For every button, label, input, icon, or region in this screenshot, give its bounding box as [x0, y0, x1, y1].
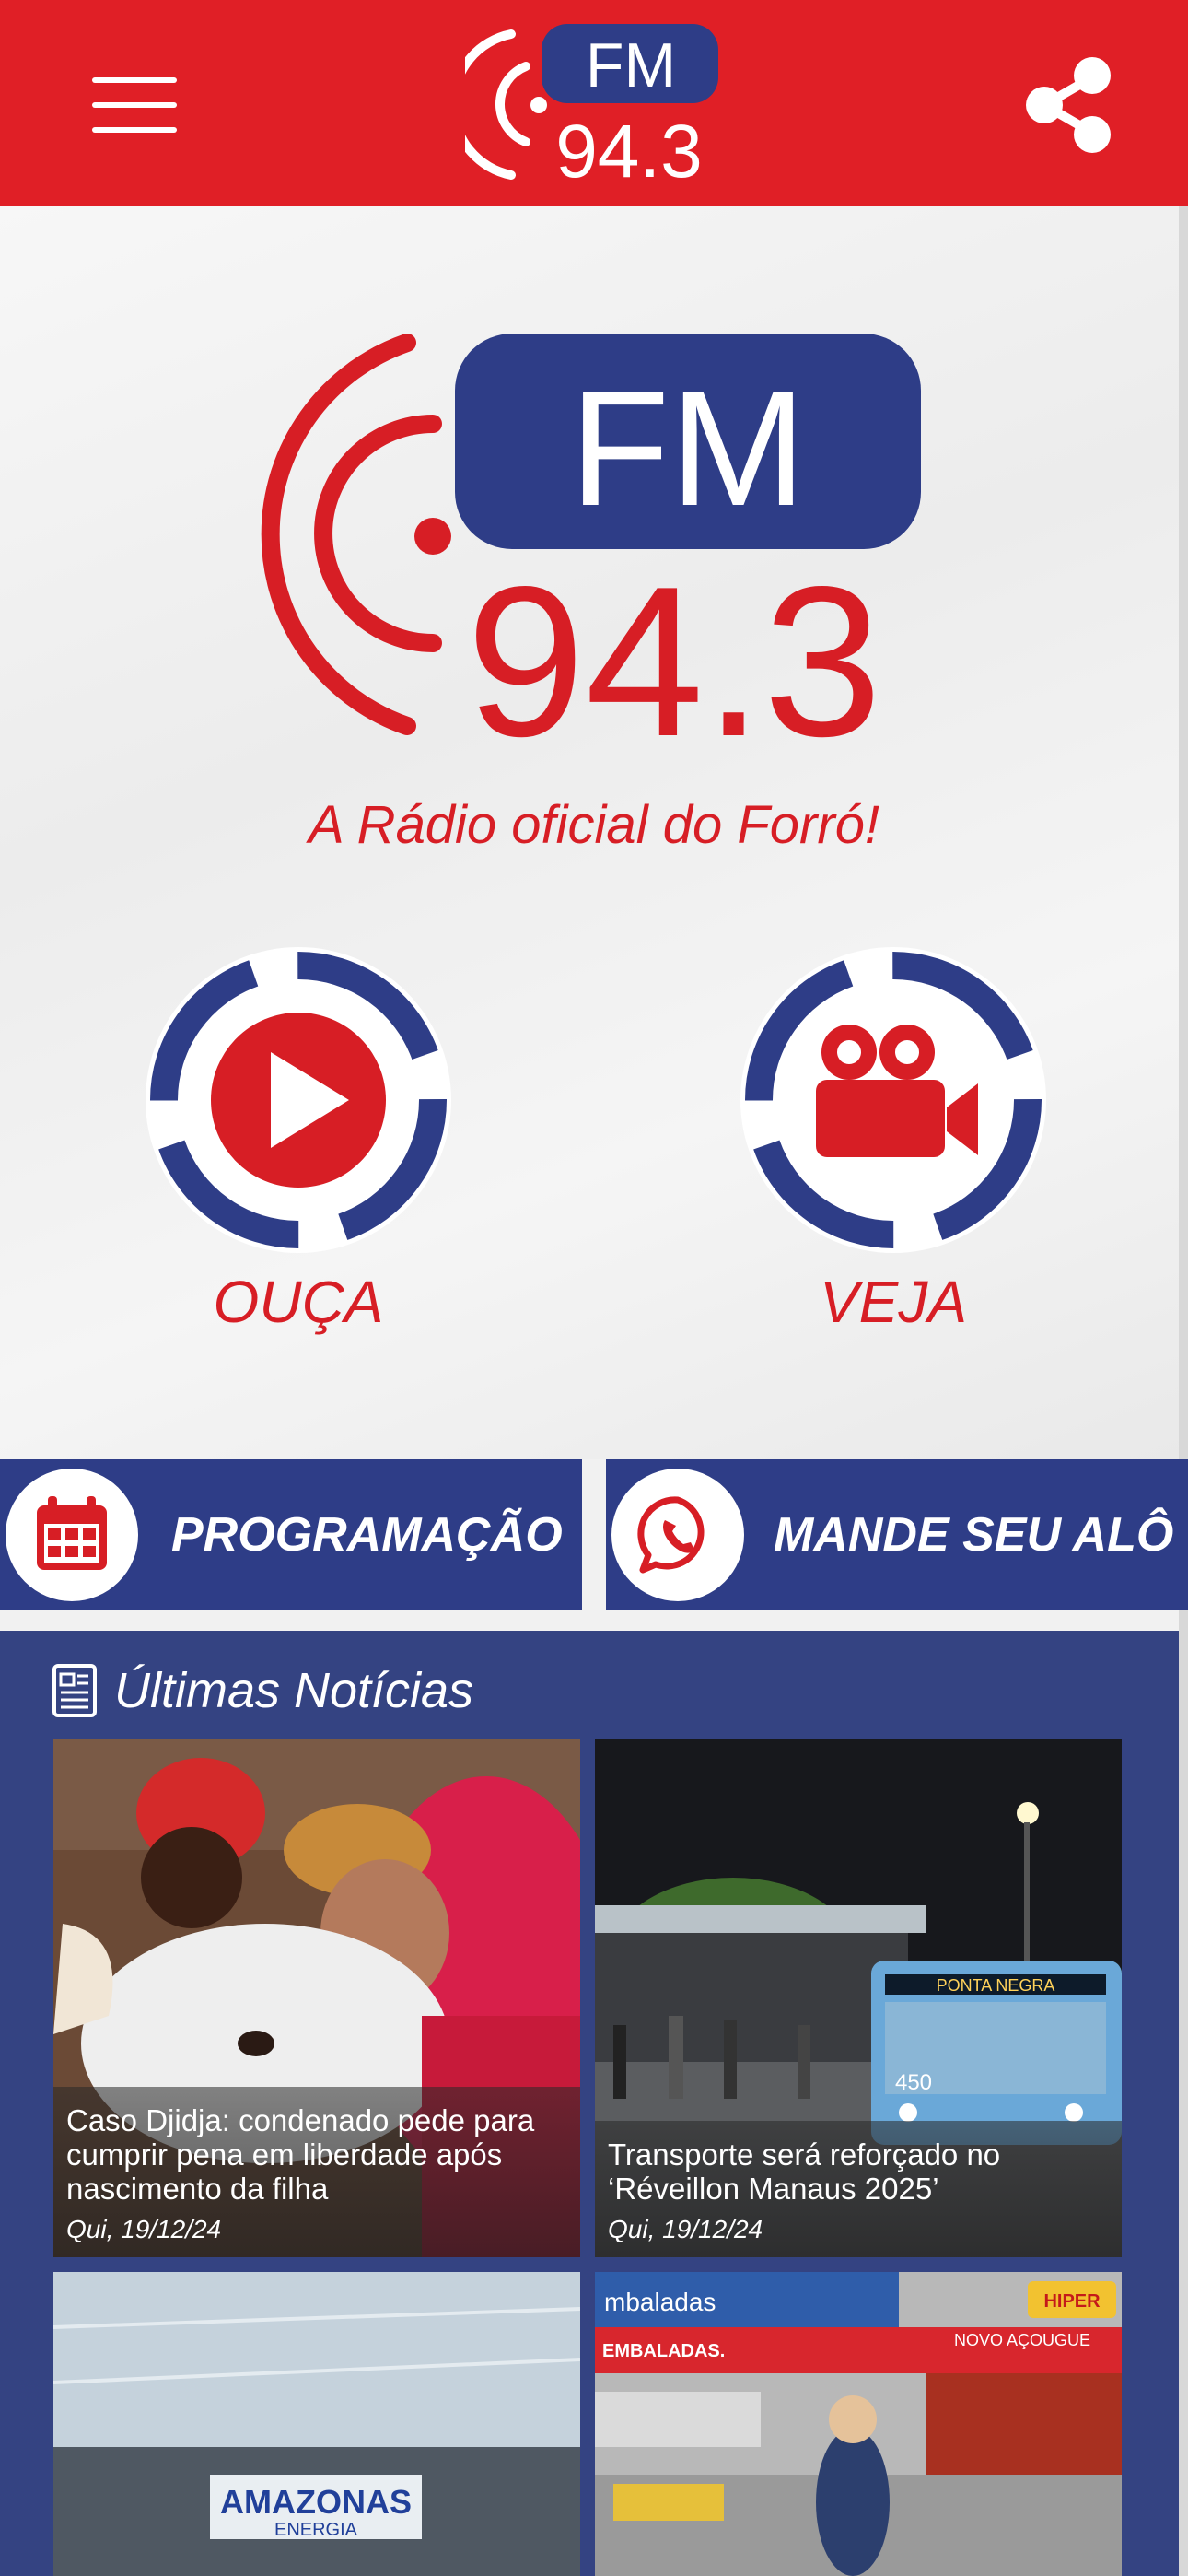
- bus-route-sign: PONTA NEGRA: [937, 1976, 1055, 1995]
- news-card[interactable]: AMAZONAS ENERGIA: [53, 2272, 580, 2576]
- news-card-date: Qui, 19/12/24: [66, 2215, 222, 2243]
- news-heading: Últimas Notícias: [52, 1658, 473, 1723]
- main-logo: FM 94.3: [261, 334, 921, 755]
- news-card-image: AMAZONAS ENERGIA: [53, 2272, 580, 2576]
- whatsapp-label: MANDE SEU ALÔ: [774, 1508, 1174, 1562]
- newspaper-icon: [52, 1664, 97, 1717]
- play-icon: [146, 947, 451, 1253]
- news-card-caption: Caso Djidja: condenado pede para cumprir…: [53, 2087, 580, 2257]
- watch-button[interactable]: VEJA: [737, 943, 1050, 1336]
- whatsapp-icon: [611, 1469, 744, 1601]
- store-sign-1: mbaladas: [604, 2288, 716, 2316]
- header-logo-badge: FM: [586, 30, 676, 100]
- news-section: Últimas Notícias Caso Djidja: condenado …: [0, 1631, 1179, 2576]
- bus-number: 450: [895, 2070, 932, 2095]
- news-card[interactable]: PONTA NEGRA 450 Transporte será reforçad…: [595, 1739, 1122, 2257]
- scrollbar[interactable]: [1179, 206, 1188, 2576]
- listen-label: OUÇA: [213, 1269, 384, 1335]
- news-card[interactable]: Caso Djidja: condenado pede para cumprir…: [53, 1739, 580, 2257]
- store-sign-2: EMBALADAS.: [602, 2341, 725, 2361]
- news-card-image: mbaladas EMBALADAS. NOVO AÇOUGUE HIPER: [595, 2272, 1122, 2576]
- whatsapp-button[interactable]: MANDE SEU ALÔ: [606, 1459, 1188, 1610]
- schedule-label: PROGRAMAÇÃO: [171, 1508, 563, 1562]
- header-logo-frequency: 94.3: [555, 110, 703, 186]
- news-card-caption: Transporte será reforçado no ‘Réveillon …: [595, 2121, 1122, 2257]
- tagline: A Rádio oficial do Forró!: [308, 795, 880, 855]
- calendar-icon: [6, 1469, 138, 1601]
- video-camera-icon: [740, 947, 1046, 1253]
- top-app-bar: FM 94.3: [0, 0, 1188, 206]
- news-card[interactable]: mbaladas EMBALADAS. NOVO AÇOUGUE HIPER: [595, 2272, 1122, 2576]
- store-sign-4: HIPER: [1043, 2291, 1101, 2312]
- main-logo-frequency: 94.3: [466, 543, 882, 755]
- listen-button[interactable]: OUÇA: [142, 943, 455, 1336]
- amazonas-sign-sub: ENERGIA: [274, 2520, 358, 2540]
- watch-label: VEJA: [819, 1269, 968, 1335]
- hamburger-menu-icon[interactable]: [92, 77, 177, 133]
- main-logo-badge: FM: [569, 357, 806, 540]
- share-icon[interactable]: [1022, 57, 1114, 153]
- header-logo: FM 94.3: [465, 24, 718, 186]
- news-heading-title: Últimas Notícias: [114, 1663, 474, 1718]
- news-card-title: Transporte será reforçado no ‘Réveillon …: [608, 2137, 1001, 2206]
- store-sign-3: NOVO AÇOUGUE: [954, 2331, 1090, 2349]
- schedule-button[interactable]: PROGRAMAÇÃO: [0, 1459, 582, 1610]
- amazonas-sign: AMAZONAS: [220, 2483, 412, 2521]
- news-card-date: Qui, 19/12/24: [608, 2215, 763, 2243]
- news-card-title: Caso Djidja: condenado pede para cumprir…: [66, 2103, 535, 2206]
